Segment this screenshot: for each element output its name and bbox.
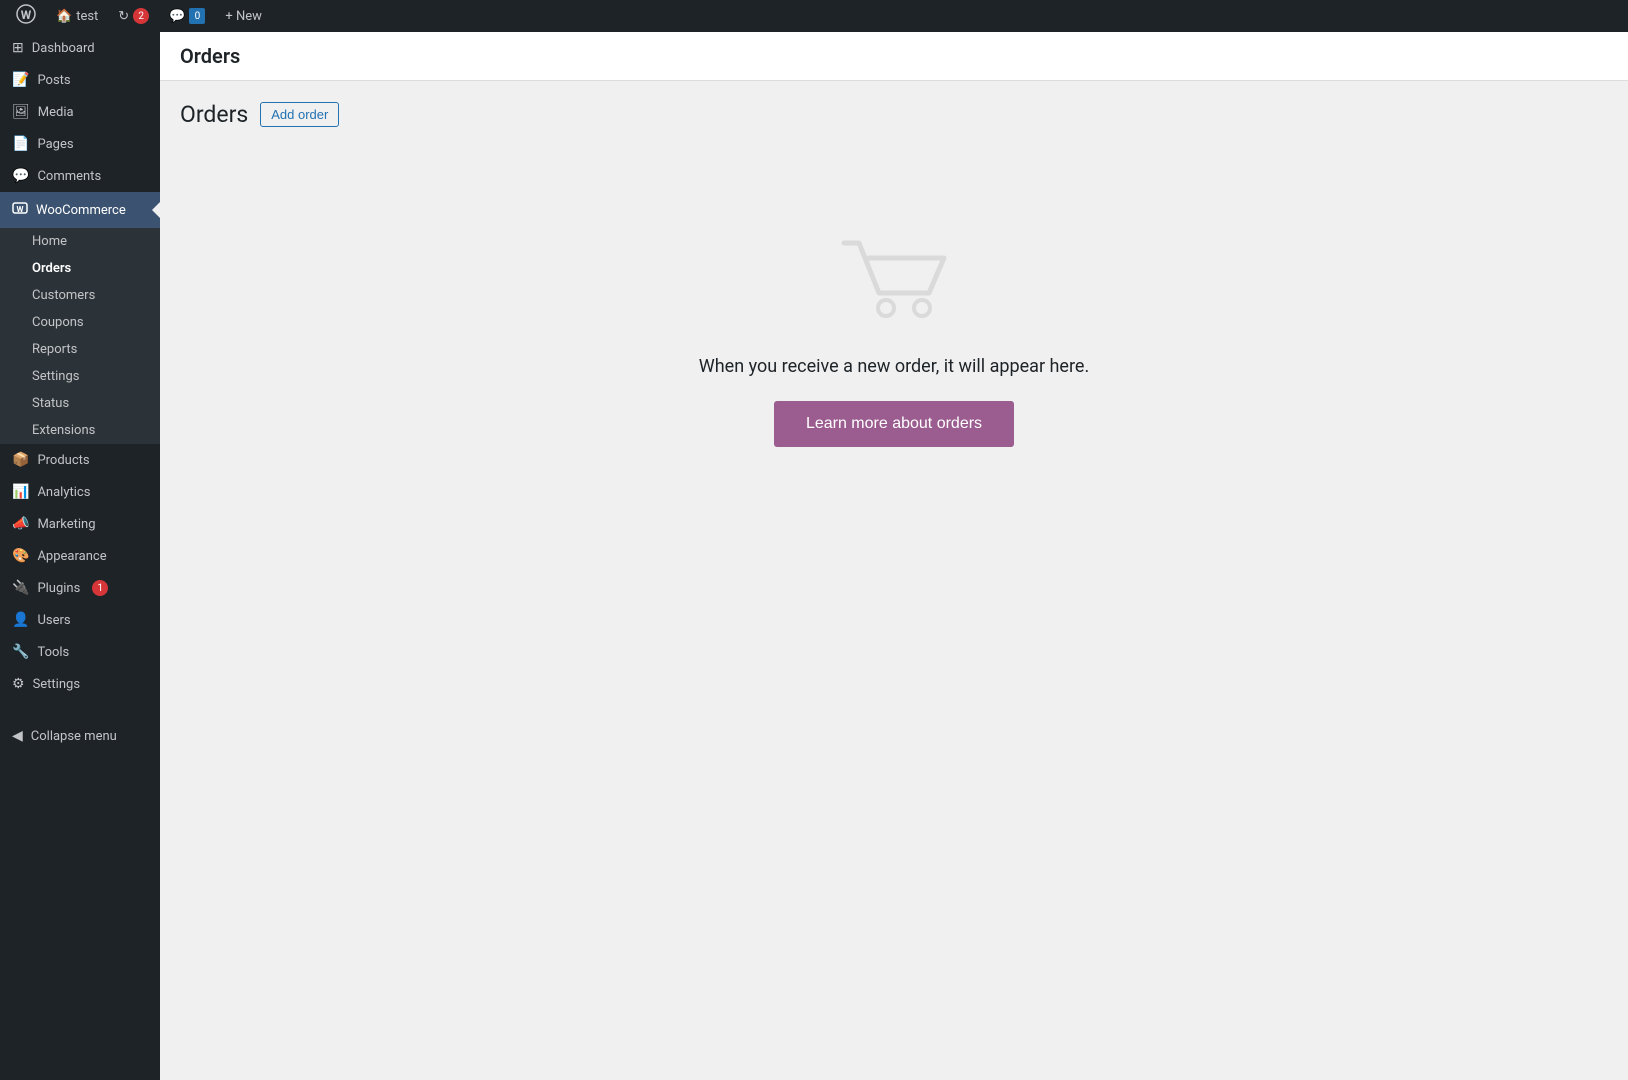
submenu-item-settings[interactable]: Settings <box>0 363 160 390</box>
site-name-item[interactable]: 🏠 test <box>48 0 106 32</box>
users-icon: 👤 <box>12 612 29 628</box>
sidebar-item-label: Products <box>37 453 89 468</box>
page-header: Orders <box>160 32 1628 81</box>
submenu-customers-label: Customers <box>32 288 95 303</box>
svg-text:W: W <box>17 205 24 214</box>
wp-logo-item[interactable]: W <box>8 0 44 32</box>
sidebar-item-label: Posts <box>37 73 70 88</box>
comments-badge: 0 <box>189 8 205 24</box>
site-name: test <box>76 9 98 24</box>
plugins-badge: 1 <box>92 580 108 596</box>
submenu-item-extensions[interactable]: Extensions <box>0 417 160 444</box>
analytics-icon: 📊 <box>12 484 29 500</box>
sidebar-item-label: Plugins <box>37 581 80 596</box>
sidebar-item-label: Appearance <box>37 549 106 564</box>
submenu-settings-label: Settings <box>32 369 79 384</box>
sidebar-item-label: Collapse menu <box>31 729 117 744</box>
add-order-button[interactable]: Add order <box>260 102 339 127</box>
sidebar: ⊞ Dashboard 📝 Posts 🖼 Media 📄 Pages 💬 Co… <box>0 32 160 1080</box>
sidebar-item-comments[interactable]: 💬 Comments <box>0 160 160 192</box>
submenu-item-orders[interactable]: Orders <box>0 255 160 282</box>
sidebar-item-analytics[interactable]: 📊 Analytics <box>0 476 160 508</box>
active-arrow <box>152 202 160 218</box>
shopping-cart-icon <box>834 228 954 328</box>
empty-state-text: When you receive a new order, it will ap… <box>699 356 1089 377</box>
submenu-extensions-label: Extensions <box>32 423 95 438</box>
sidebar-item-label: Settings <box>33 677 80 692</box>
marketing-icon: 📣 <box>12 516 29 532</box>
collapse-icon: ◀ <box>12 728 23 744</box>
tools-icon: 🔧 <box>12 644 29 660</box>
orders-header: Orders Add order <box>180 101 1608 128</box>
updates-badge: 2 <box>133 8 149 24</box>
pages-icon: 📄 <box>12 136 29 152</box>
sidebar-item-label: Media <box>38 105 74 120</box>
woocommerce-icon: W <box>12 200 28 220</box>
new-label: + New <box>225 9 262 24</box>
page-title: Orders <box>180 44 240 68</box>
submenu-item-status[interactable]: Status <box>0 390 160 417</box>
sidebar-item-media[interactable]: 🖼 Media <box>0 96 160 128</box>
sidebar-item-label: Pages <box>37 137 73 152</box>
sidebar-item-dashboard[interactable]: ⊞ Dashboard <box>0 32 160 64</box>
media-icon: 🖼 <box>12 104 30 120</box>
sidebar-item-label: Tools <box>37 645 69 660</box>
sidebar-item-label: Users <box>37 613 70 628</box>
main-layout: ⊞ Dashboard 📝 Posts 🖼 Media 📄 Pages 💬 Co… <box>0 32 1628 1080</box>
products-icon: 📦 <box>12 452 29 468</box>
submenu-status-label: Status <box>32 396 69 411</box>
learn-more-button[interactable]: Learn more about orders <box>774 401 1014 447</box>
sidebar-item-tools[interactable]: 🔧 Tools <box>0 636 160 668</box>
sidebar-item-label: Comments <box>37 169 101 184</box>
submenu-reports-label: Reports <box>32 342 77 357</box>
submenu-orders-label: Orders <box>32 261 71 276</box>
submenu-coupons-label: Coupons <box>32 315 84 330</box>
sidebar-item-pages[interactable]: 📄 Pages <box>0 128 160 160</box>
orders-empty-state: When you receive a new order, it will ap… <box>180 148 1608 527</box>
sidebar-item-settings[interactable]: ⚙ Settings <box>0 668 160 700</box>
new-item[interactable]: + New <box>217 0 270 32</box>
submenu-item-coupons[interactable]: Coupons <box>0 309 160 336</box>
dashboard-icon: ⊞ <box>12 40 24 56</box>
comments-item[interactable]: 💬 0 <box>161 0 213 32</box>
wp-logo-icon: W <box>16 4 36 28</box>
submenu-item-customers[interactable]: Customers <box>0 282 160 309</box>
updates-icon: ↻ <box>118 9 129 24</box>
submenu-item-reports[interactable]: Reports <box>0 336 160 363</box>
updates-item[interactable]: ↻ 2 <box>110 0 157 32</box>
home-icon: 🏠 <box>56 9 72 24</box>
content-area: Orders Orders Add order When you receive… <box>160 32 1628 1080</box>
svg-text:W: W <box>21 8 32 22</box>
sidebar-item-label: Dashboard <box>32 41 95 56</box>
orders-heading: Orders <box>180 101 248 128</box>
sidebar-item-appearance[interactable]: 🎨 Appearance <box>0 540 160 572</box>
appearance-icon: 🎨 <box>12 548 29 564</box>
sidebar-item-label: Marketing <box>37 517 95 532</box>
plugins-icon: 🔌 <box>12 580 29 596</box>
sidebar-item-marketing[interactable]: 📣 Marketing <box>0 508 160 540</box>
cart-icon-container <box>834 228 954 332</box>
sidebar-item-products[interactable]: 📦 Products <box>0 444 160 476</box>
woocommerce-submenu: Home Orders Customers Coupons Reports Se… <box>0 228 160 444</box>
sidebar-item-woocommerce[interactable]: W WooCommerce <box>0 192 160 228</box>
page-content: Orders Add order When you receive a new … <box>160 81 1628 1080</box>
comments-icon: 💬 <box>169 9 185 24</box>
admin-bar: W 🏠 test ↻ 2 💬 0 + New <box>0 0 1628 32</box>
sidebar-item-users[interactable]: 👤 Users <box>0 604 160 636</box>
sidebar-item-collapse[interactable]: ◀ Collapse menu <box>0 720 160 752</box>
posts-icon: 📝 <box>12 72 29 88</box>
comments-nav-icon: 💬 <box>12 168 29 184</box>
submenu-item-home[interactable]: Home <box>0 228 160 255</box>
submenu-home-label: Home <box>32 234 67 249</box>
sidebar-item-label: Analytics <box>37 485 90 500</box>
settings-icon: ⚙ <box>12 676 25 692</box>
sidebar-item-label: WooCommerce <box>36 203 126 218</box>
sidebar-item-posts[interactable]: 📝 Posts <box>0 64 160 96</box>
sidebar-item-plugins[interactable]: 🔌 Plugins 1 <box>0 572 160 604</box>
